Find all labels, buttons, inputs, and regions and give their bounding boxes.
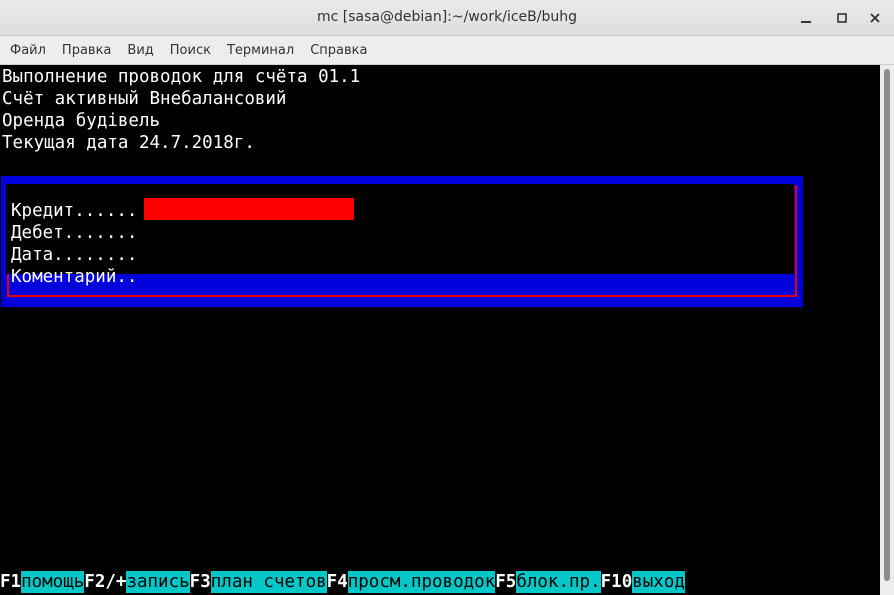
title-bar: mc [sasa@debian]:~/work/iceB/buhg — [0, 0, 894, 36]
menu-terminal[interactable]: Терминал — [219, 36, 302, 65]
header-line-account-name: Оренда будівель — [2, 111, 161, 131]
window-title: mc [sasa@debian]:~/work/iceB/buhg — [317, 9, 577, 25]
header-line-account: Выполнение проводок для счёта 01.1 — [2, 67, 361, 87]
menu-view[interactable]: Вид — [119, 36, 161, 65]
entry-dialog: Кредит...... Дебет....... Дата........ К… — [1, 176, 803, 307]
fkey-f2-label[interactable]: запись — [126, 571, 190, 593]
fkey-f10[interactable]: F10 — [600, 571, 633, 593]
field-comment-label[interactable]: Коментарий.. — [11, 266, 137, 288]
fkey-f1-label[interactable]: помощь — [21, 571, 85, 593]
terminal-area[interactable]: Выполнение проводок для счёта 01.1 Счёт … — [0, 65, 880, 595]
field-debit-label[interactable]: Дебет....... — [11, 222, 137, 244]
menu-file[interactable]: Файл — [2, 36, 54, 65]
field-credit-label: Кредит...... — [11, 201, 138, 221]
minimize-button[interactable] — [796, 8, 816, 28]
menu-search[interactable]: Поиск — [162, 36, 219, 65]
header-line-account-type: Счёт активный Внебалансовий — [2, 89, 287, 109]
menu-help[interactable]: Справка — [302, 36, 375, 65]
menu-bar: Файл Правка Вид Поиск Терминал Справка — [0, 36, 894, 65]
maximize-button[interactable] — [832, 8, 852, 28]
menu-edit[interactable]: Правка — [54, 36, 119, 65]
fkey-f3[interactable]: F3 — [189, 571, 211, 593]
fkey-f4[interactable]: F4 — [326, 571, 348, 593]
field-date-label[interactable]: Дата........ — [11, 244, 137, 266]
fkey-f3-label[interactable]: план счетов — [210, 571, 327, 593]
scrollbar-thumb[interactable] — [884, 69, 890, 581]
fkey-f10-label[interactable]: выход — [632, 571, 685, 593]
fkey-f4-label[interactable]: просм.проводок — [347, 571, 496, 593]
function-key-bar: F1 помощь F2/+ запись F3 план счетов F4 … — [0, 571, 685, 593]
close-button[interactable] — [865, 8, 885, 28]
fkey-f1[interactable]: F1 — [0, 571, 22, 593]
fkey-f5[interactable]: F5 — [495, 571, 517, 593]
header-line-current-date: Текущая дата 24.7.2018г. — [2, 133, 255, 153]
maximize-icon — [837, 13, 847, 23]
fkey-f2[interactable]: F2/+ — [84, 571, 127, 593]
minimize-icon — [801, 21, 811, 23]
credit-input[interactable] — [144, 198, 354, 220]
terminal-scrollbar[interactable] — [880, 65, 894, 595]
fkey-f5-label[interactable]: блок.пр. — [516, 571, 601, 593]
close-icon — [870, 13, 880, 23]
